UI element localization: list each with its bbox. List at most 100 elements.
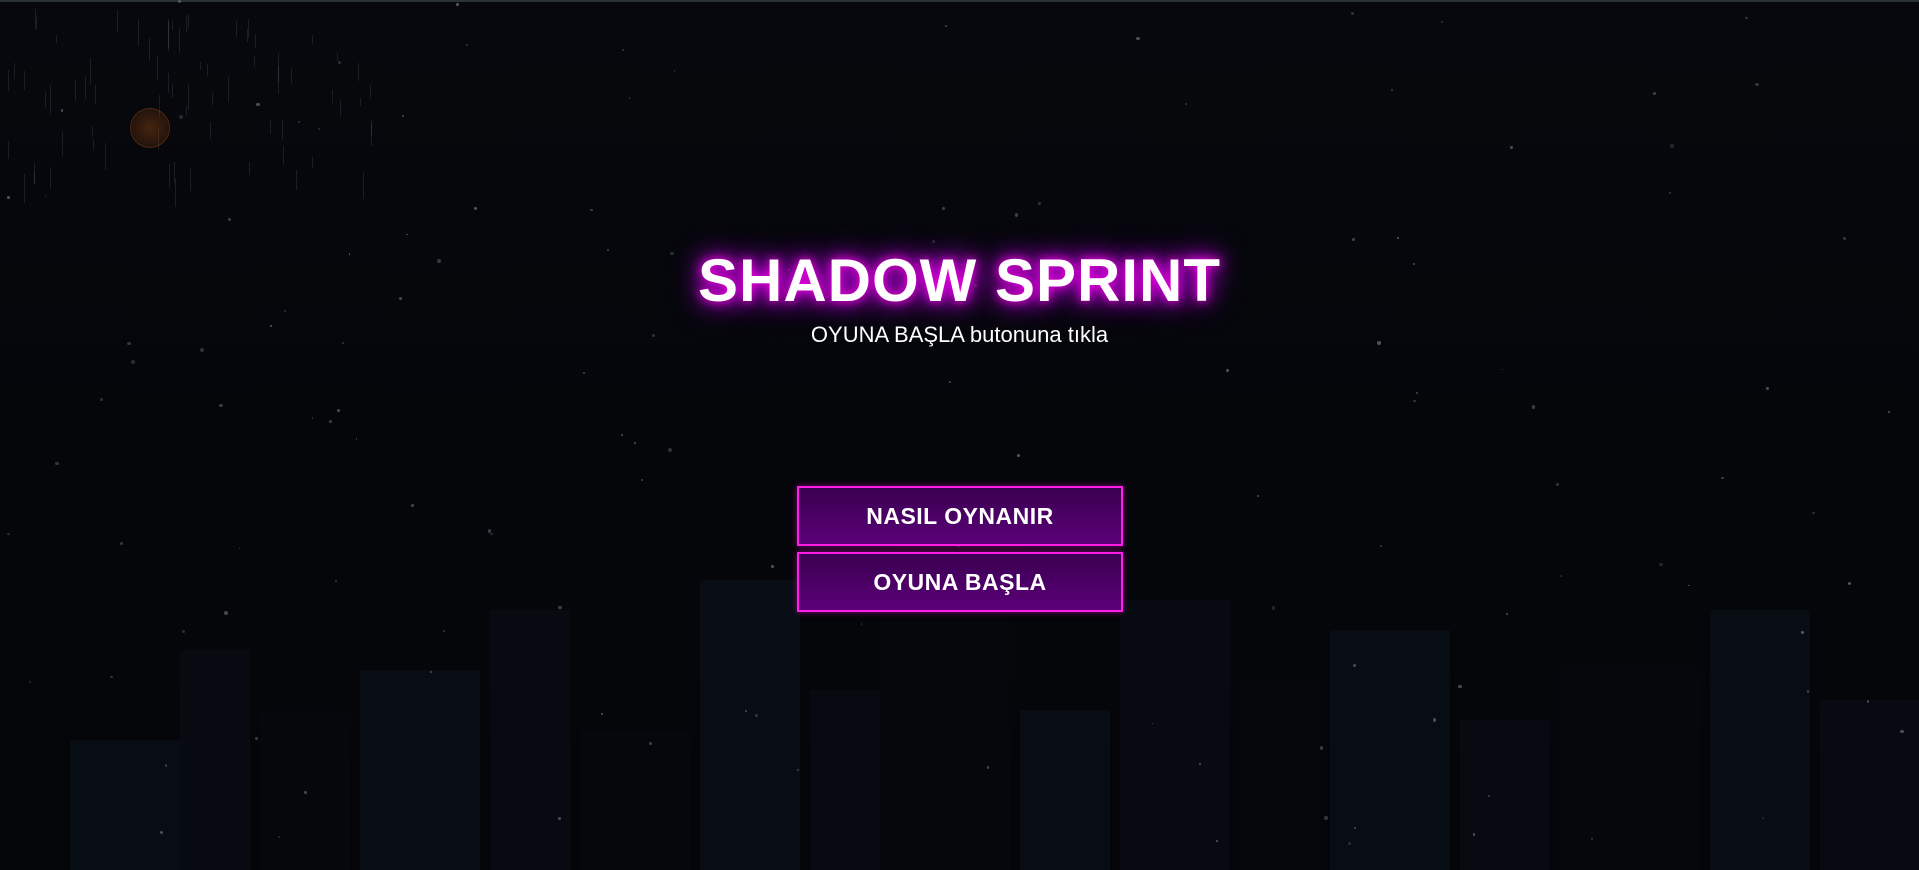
star (1668, 191, 1671, 194)
rain-streak (167, 18, 169, 48)
star (1319, 746, 1324, 750)
rain-streak (35, 17, 37, 30)
star (1688, 584, 1690, 587)
star (1531, 405, 1536, 409)
star (668, 448, 673, 453)
rain-streak (187, 14, 189, 29)
star (311, 416, 314, 419)
star (1506, 613, 1509, 616)
star (6, 195, 10, 199)
rain-streak (248, 18, 250, 38)
star (1501, 368, 1504, 371)
star (304, 791, 307, 794)
star (442, 629, 445, 633)
star (238, 547, 241, 550)
star (131, 360, 135, 364)
star (1351, 237, 1356, 242)
star (120, 542, 124, 546)
building (490, 610, 570, 870)
star (1441, 21, 1444, 24)
building (180, 650, 250, 870)
rain-streak (212, 92, 214, 105)
rain-streak (13, 63, 15, 80)
star (633, 441, 636, 444)
rain-streak (207, 64, 209, 76)
star (557, 817, 561, 820)
star (1510, 146, 1513, 149)
rain-streak (8, 141, 10, 160)
rain-streak (210, 122, 212, 140)
star (465, 43, 468, 46)
star (1847, 582, 1851, 586)
rain-streak (200, 61, 202, 71)
rain-streak (157, 56, 158, 82)
rain-streak (178, 27, 180, 53)
rain-streak (23, 174, 25, 204)
rain-streak (185, 16, 187, 33)
star (1350, 11, 1354, 15)
building (1020, 710, 1110, 870)
star (558, 605, 562, 610)
building (1460, 720, 1550, 870)
rain-streak (235, 20, 237, 38)
star (405, 233, 408, 236)
star (402, 115, 404, 117)
star (100, 397, 104, 401)
star (860, 623, 863, 625)
star (1556, 482, 1560, 486)
building (1820, 700, 1919, 870)
star (1458, 684, 1462, 689)
rain-streak (45, 91, 47, 109)
rain-streak (358, 63, 360, 82)
rain-streak (55, 34, 57, 43)
star (329, 420, 332, 423)
star (1765, 386, 1770, 391)
star (1559, 575, 1562, 578)
star (986, 766, 990, 769)
star (945, 25, 947, 27)
star (1801, 631, 1804, 634)
star (29, 680, 31, 683)
rain-streak (312, 156, 314, 168)
star (200, 348, 204, 352)
start-game-button[interactable]: OYUNA BAŞLA (797, 552, 1123, 612)
star (411, 504, 415, 508)
star (55, 461, 59, 466)
star (177, 0, 181, 3)
star (1591, 838, 1593, 840)
rain-streak (278, 65, 280, 95)
building (360, 670, 480, 870)
star (1842, 237, 1846, 241)
star (589, 208, 593, 212)
building (1240, 680, 1320, 870)
star (1379, 544, 1382, 547)
rain-streak (228, 77, 230, 102)
star (182, 630, 186, 634)
star (227, 218, 231, 222)
star (473, 206, 477, 210)
star (941, 206, 946, 211)
rain-streak (49, 166, 51, 190)
star (1397, 236, 1400, 239)
building (1710, 610, 1810, 870)
star (1653, 92, 1657, 95)
star (110, 675, 113, 678)
rain-streak (171, 21, 173, 31)
star (1184, 103, 1187, 106)
game-subtitle: OYUNA BAŞLA butonuna tıkla (810, 322, 1109, 347)
star (1721, 476, 1724, 480)
building (70, 740, 180, 870)
star (337, 60, 341, 64)
rain-streak (49, 84, 51, 114)
top-border (0, 0, 1919, 2)
star (337, 409, 341, 412)
how-to-play-button[interactable]: NASIL OYNANIR (797, 486, 1123, 546)
rain-streak (95, 84, 97, 104)
building (580, 730, 690, 870)
star (1888, 410, 1891, 414)
star (179, 115, 184, 119)
star (7, 532, 10, 536)
star (1017, 454, 1020, 457)
star (1354, 827, 1356, 829)
rain-streak (332, 89, 334, 103)
